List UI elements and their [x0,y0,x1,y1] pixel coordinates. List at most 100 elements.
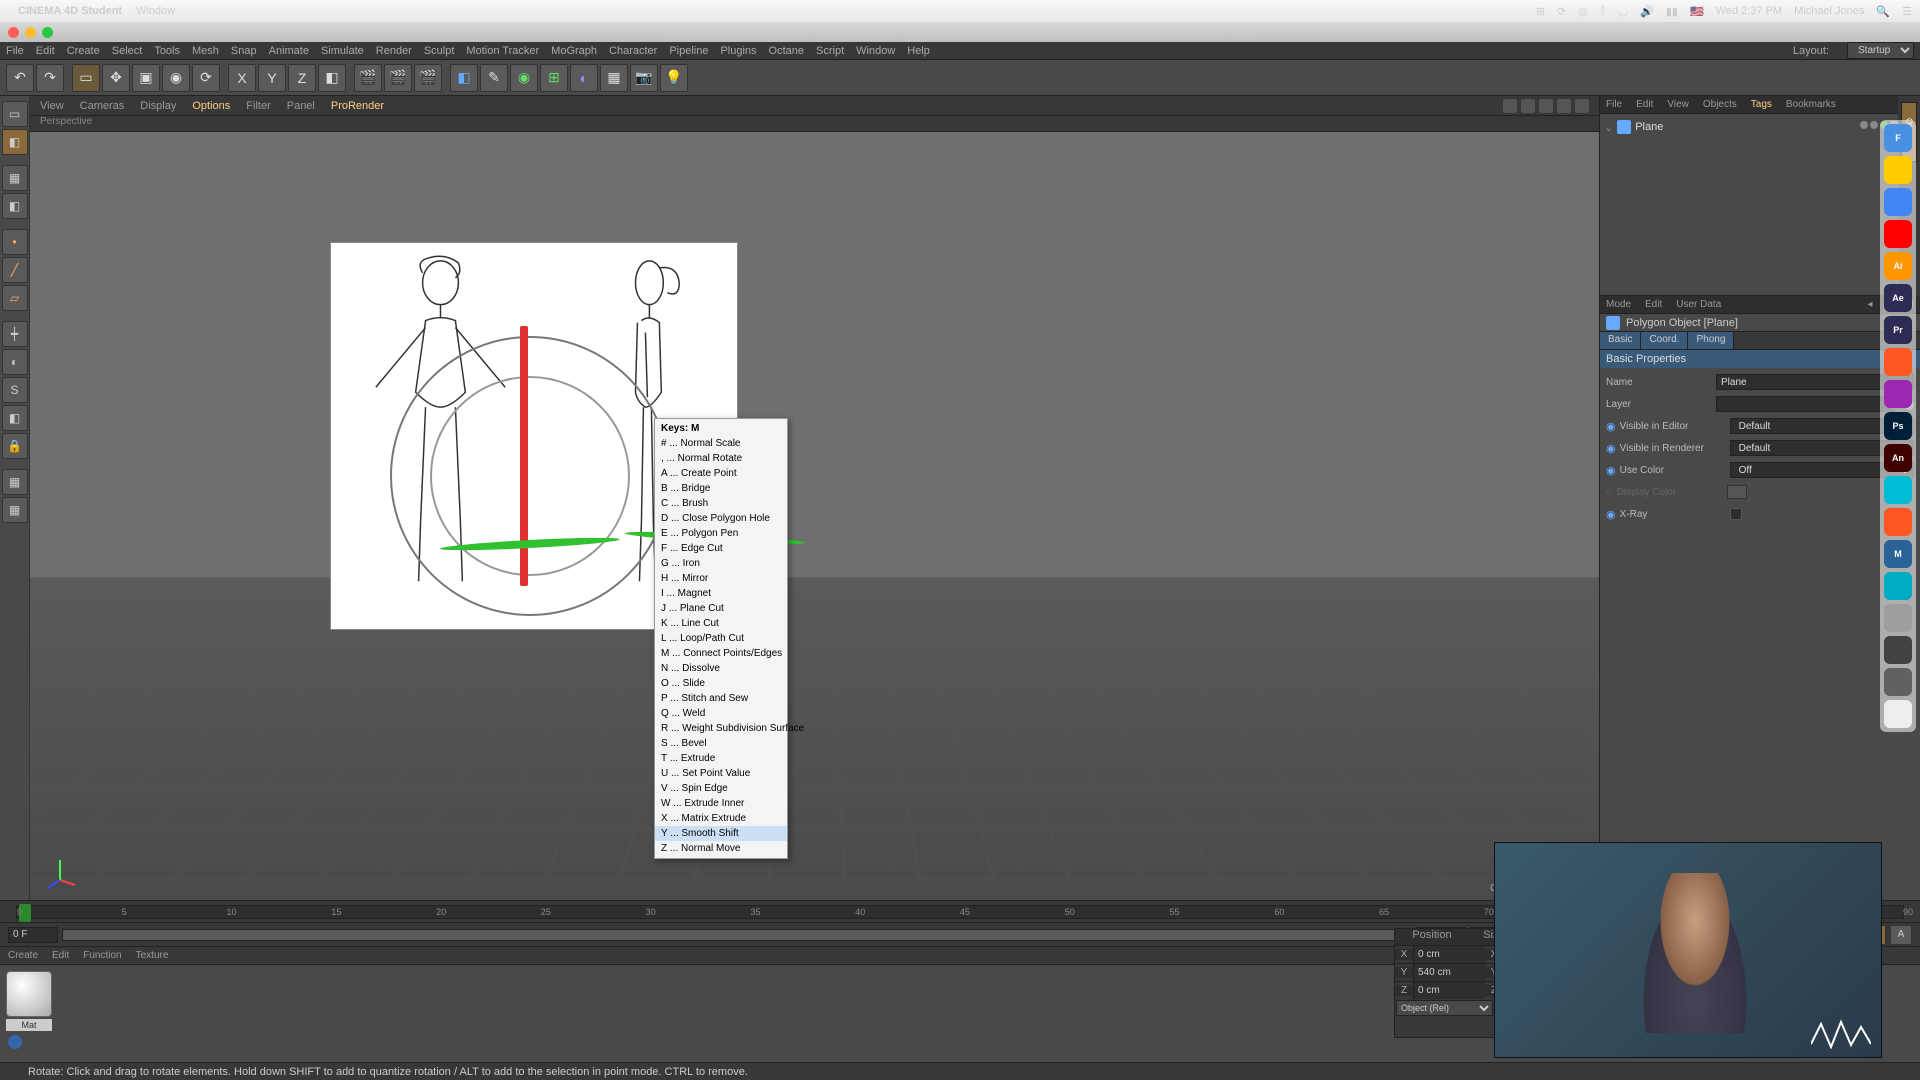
om-tab-edit[interactable]: Edit [1636,99,1653,110]
menu-item-weld[interactable]: Q ... Weld [655,706,787,721]
light-button[interactable]: 💡 [660,64,688,92]
dock-app-icon[interactable] [1884,220,1912,248]
menu-pipeline[interactable]: Pipeline [669,45,708,57]
mat-menu-function[interactable]: Function [83,950,121,961]
menu-item-polygon-pen[interactable]: E ... Polygon Pen [655,526,787,541]
menu-plugins[interactable]: Plugins [720,45,756,57]
undo-button[interactable]: ↶ [6,64,34,92]
coord-system-button[interactable]: ◧ [318,64,346,92]
tweak-button[interactable]: ◐ [2,349,28,375]
menubar-icon[interactable]: ⟳ [1557,5,1566,18]
menu-item-create-point[interactable]: A ... Create Point [655,466,787,481]
viewport-3d[interactable]: Grid Spacing : 100 cm [30,132,1599,900]
flag-icon[interactable]: 🇺🇸 [1690,5,1704,18]
dock-app-icon[interactable]: An [1884,444,1912,472]
menu-item-connect-points-edges[interactable]: M ... Connect Points/Edges [655,646,787,661]
menu-item-bridge[interactable]: B ... Bridge [655,481,787,496]
dock-app-icon[interactable] [1884,476,1912,504]
pen-tool-button[interactable]: ✎ [480,64,508,92]
close-icon[interactable] [8,27,19,38]
key-pla-button[interactable]: A [1890,925,1912,945]
coord-pos-input[interactable]: 0 cm [1413,946,1485,963]
attr-xray-checkbox[interactable] [1730,508,1742,520]
am-tab-edit[interactable]: Edit [1645,299,1662,310]
dock-app-icon[interactable] [1884,188,1912,216]
dock-app-icon[interactable] [1884,380,1912,408]
vp-menu-panel[interactable]: Panel [287,100,315,112]
axis-y-button[interactable]: Y [258,64,286,92]
object-name[interactable]: Plane [1635,121,1663,133]
subdiv-button[interactable]: ◉ [510,64,538,92]
vp-menu-filter[interactable]: Filter [246,100,270,112]
menu-help[interactable]: Help [907,45,930,57]
menu-sculpt[interactable]: Sculpt [424,45,455,57]
bluetooth-icon[interactable]: ᛒ [1600,5,1607,17]
maximize-icon[interactable] [42,27,53,38]
dock-app-icon[interactable] [1884,508,1912,536]
menu-item-set-point-value[interactable]: U ... Set Point Value [655,766,787,781]
menu-window[interactable]: Window [856,45,895,57]
menu-octane[interactable]: Octane [769,45,804,57]
menu-item-extrude[interactable]: T ... Extrude [655,751,787,766]
layout-select[interactable]: Startup [1847,42,1914,59]
menubar-icon[interactable]: ⊞ [1536,5,1545,18]
attr-layer-input[interactable] [1716,396,1895,412]
mat-menu-edit[interactable]: Edit [52,950,69,961]
camera-button[interactable]: 📷 [630,64,658,92]
texture-mode-button[interactable]: ▦ [2,165,28,191]
dock-app-icon[interactable] [1884,572,1912,600]
minimize-icon[interactable] [25,27,36,38]
dock-app-icon[interactable]: Pr [1884,316,1912,344]
dock-app-icon[interactable] [1884,636,1912,664]
menu-item-plane-cut[interactable]: J ... Plane Cut [655,601,787,616]
battery-icon[interactable]: ▮▮ [1666,5,1678,18]
menu-select[interactable]: Select [112,45,143,57]
om-tab-view[interactable]: View [1667,99,1689,110]
wifi-icon[interactable]: ◡ [1619,5,1629,18]
object-list[interactable]: ⌄ Plane [1600,114,1920,295]
menu-item-smooth-shift[interactable]: Y ... Smooth Shift [655,826,787,841]
menu-mograph[interactable]: MoGraph [551,45,597,57]
vp-nav-icon[interactable] [1539,99,1553,113]
menu-item-spin-edge[interactable]: V ... Spin Edge [655,781,787,796]
selection-tool[interactable]: ▭ [72,64,100,92]
vp-menu-display[interactable]: Display [140,100,176,112]
menu-item-matrix-extrude[interactable]: X ... Matrix Extrude [655,811,787,826]
dock-app-icon[interactable]: M [1884,540,1912,568]
volume-icon[interactable]: 🔊 [1640,5,1654,18]
cube-primitive-button[interactable]: ◧ [450,64,478,92]
app-name[interactable]: CINEMA 4D Student [18,5,122,17]
axis-x-button[interactable]: X [228,64,256,92]
am-tab-mode[interactable]: Mode [1606,299,1631,310]
dock-app-icon[interactable] [1884,700,1912,728]
menu-item-dissolve[interactable]: N ... Dissolve [655,661,787,676]
menu-script[interactable]: Script [816,45,844,57]
dock-app-icon[interactable] [1884,348,1912,376]
menu-motiontracker[interactable]: Motion Tracker [466,45,539,57]
start-frame-input[interactable] [8,927,58,943]
render-view-button[interactable]: 🎬 [354,64,382,92]
mac-menu-window[interactable]: Window [136,5,175,17]
menu-item-normal-rotate[interactable]: , ... Normal Rotate [655,451,787,466]
attr-tab-basic[interactable]: Basic [1600,332,1641,349]
workplane2-button[interactable]: ◧ [2,405,28,431]
make-editable-button[interactable]: ▭ [2,101,28,127]
deformer-button[interactable]: ◐ [570,64,598,92]
vp-menu-options[interactable]: Options [192,100,230,112]
om-tab-file[interactable]: File [1606,99,1622,110]
notification-icon[interactable]: ☰ [1902,5,1912,18]
axis-mode-button[interactable]: ┿ [2,321,28,347]
render-settings-button[interactable]: 🎬 [414,64,442,92]
viewport-solo-button[interactable]: ▦ [2,469,28,495]
vp-menu-prorender[interactable]: ProRender [331,100,384,112]
menu-simulate[interactable]: Simulate [321,45,364,57]
move-tool[interactable]: ✥ [102,64,130,92]
dock-app-icon[interactable]: Ps [1884,412,1912,440]
menu-item-weight-subdivision-surface[interactable]: R ... Weight Subdivision Surface [655,721,787,736]
menu-item-slide[interactable]: O ... Slide [655,676,787,691]
visibility-dot[interactable] [1870,121,1878,129]
menu-item-normal-scale[interactable]: # ... Normal Scale [655,436,787,451]
redo-button[interactable]: ↷ [36,64,64,92]
polygons-mode-button[interactable]: ▱ [2,285,28,311]
range-slider[interactable] [62,929,1412,941]
